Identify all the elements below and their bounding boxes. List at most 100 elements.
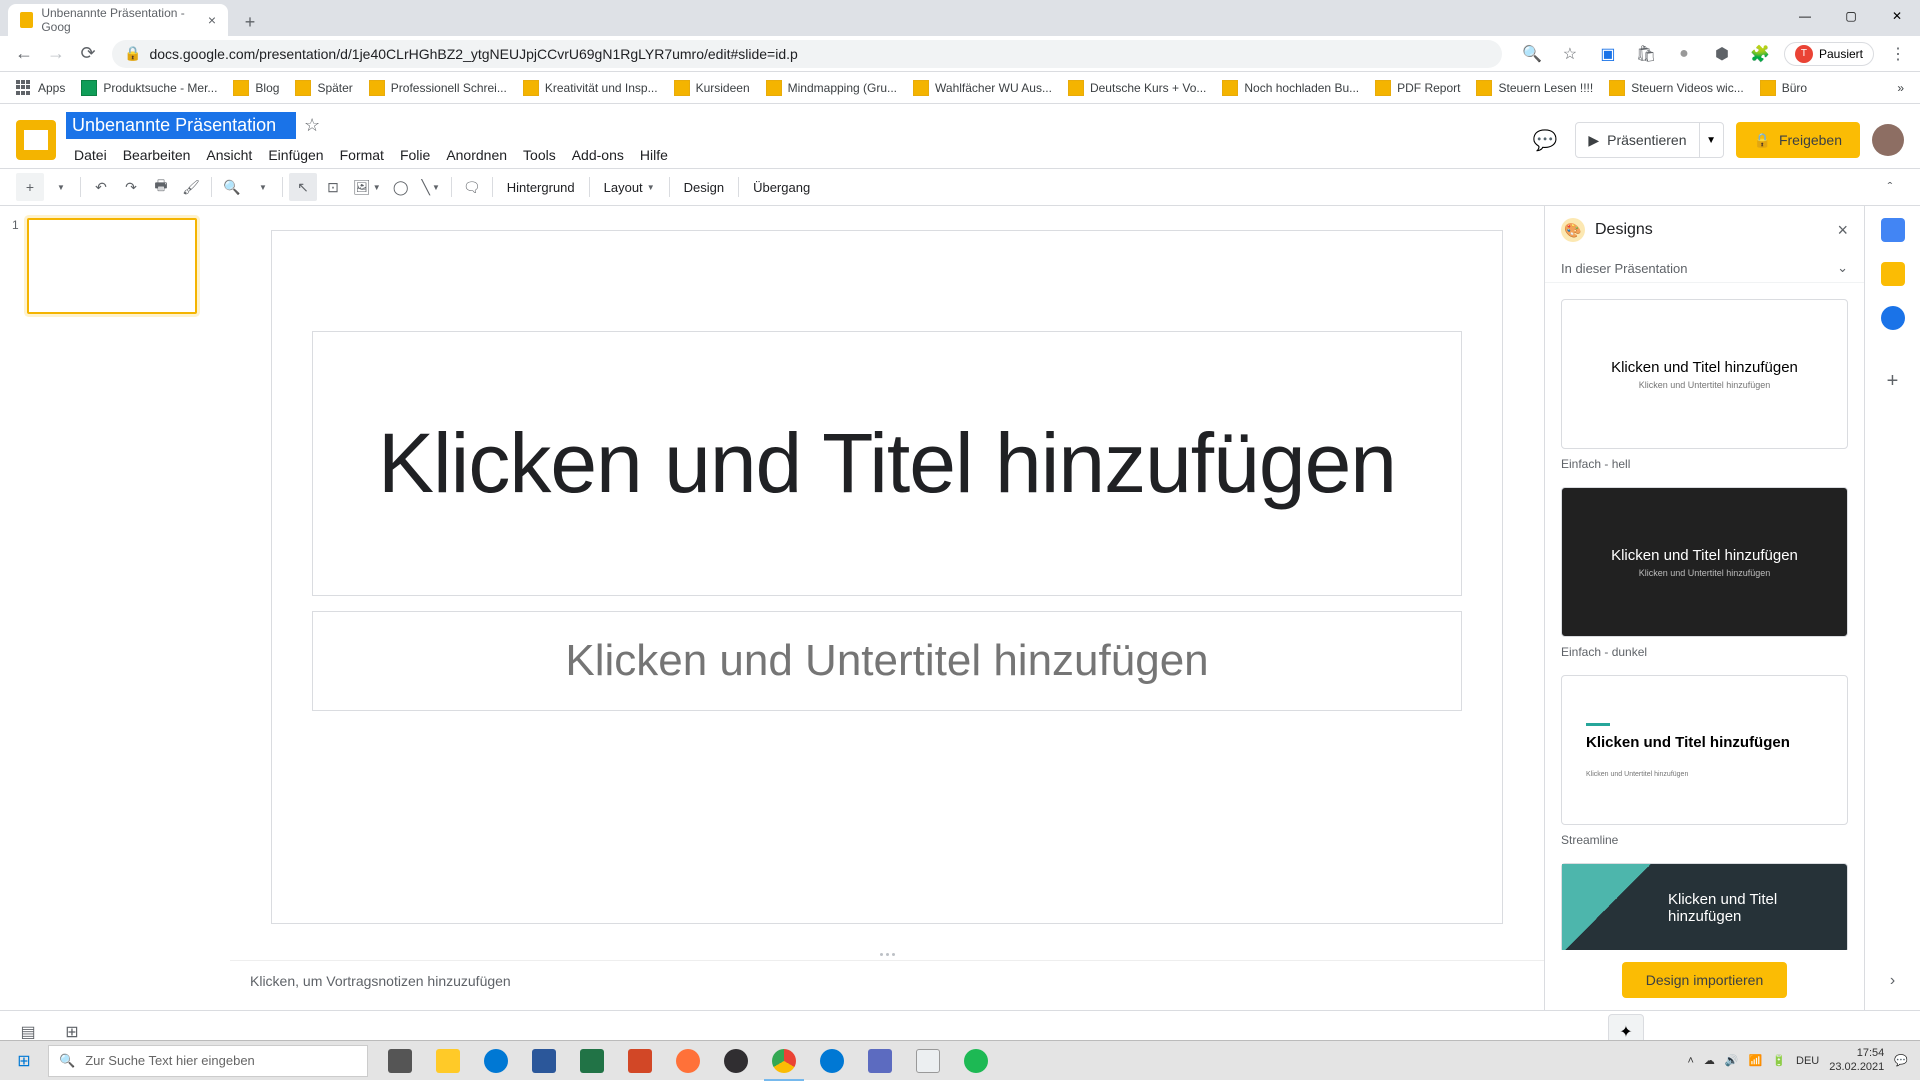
image-tool[interactable]: 🖼▼ <box>349 173 385 201</box>
close-panel-icon[interactable]: × <box>1837 220 1848 241</box>
edge-new-icon[interactable] <box>808 1041 856 1081</box>
bookmark-item[interactable]: Steuern Lesen !!!! <box>1468 76 1601 100</box>
theme-card-light[interactable]: Klicken und Titel hinzufügen Klicken und… <box>1561 299 1848 449</box>
expand-side-icon[interactable]: › <box>1890 972 1895 990</box>
add-addon-icon[interactable]: + <box>1887 370 1899 393</box>
bookmark-item[interactable]: Kreativität und Insp... <box>515 76 666 100</box>
minimize-button[interactable]: — <box>1782 0 1828 32</box>
tray-cloud-icon[interactable]: ☁ <box>1704 1054 1715 1067</box>
menu-bearbeiten[interactable]: Bearbeiten <box>115 143 199 167</box>
menu-anordnen[interactable]: Anordnen <box>438 143 515 167</box>
start-button[interactable]: ⊞ <box>0 1041 48 1081</box>
browser-menu-icon[interactable]: ⋮ <box>1884 40 1912 68</box>
theme-card-streamline[interactable]: Klicken und Titel hinzufügen Klicken und… <box>1561 675 1848 825</box>
file-explorer-icon[interactable] <box>424 1041 472 1081</box>
close-window-button[interactable]: ✕ <box>1874 0 1920 32</box>
keep-icon[interactable] <box>1881 262 1905 286</box>
comment-tool[interactable]: 🗨 <box>458 173 486 201</box>
user-avatar[interactable] <box>1872 124 1904 156</box>
extension-icon-2[interactable]: 🛍 <box>1632 40 1660 68</box>
bookmark-item[interactable]: Wahlfächer WU Aus... <box>905 76 1060 100</box>
calendar-icon[interactable] <box>1881 218 1905 242</box>
profile-paused-badge[interactable]: T Pausiert <box>1784 42 1874 66</box>
tray-battery-icon[interactable]: 🔋 <box>1772 1054 1786 1067</box>
spotify-icon[interactable] <box>952 1041 1000 1081</box>
tray-volume-icon[interactable]: 🔊 <box>1725 1054 1739 1067</box>
redo-button[interactable]: ↷ <box>117 173 145 201</box>
transition-button[interactable]: Übergang <box>745 173 818 201</box>
task-view-icon[interactable] <box>376 1041 424 1081</box>
theme-card-dark[interactable]: Klicken und Titel hinzufügen Klicken und… <box>1561 487 1848 637</box>
bookmark-item[interactable]: Mindmapping (Gru... <box>758 76 905 100</box>
layout-button[interactable]: Layout▼ <box>596 173 663 201</box>
url-input[interactable]: 🔒 docs.google.com/presentation/d/1je40CL… <box>112 40 1502 68</box>
tray-lang[interactable]: DEU <box>1796 1055 1819 1067</box>
paint-format-button[interactable]: 🖌 <box>177 173 205 201</box>
bookmark-item[interactable]: Büro <box>1752 76 1815 100</box>
extension-icon[interactable]: ▣ <box>1594 40 1622 68</box>
chrome-icon[interactable] <box>760 1041 808 1081</box>
textbox-tool[interactable]: ⊡ <box>319 173 347 201</box>
excel-icon[interactable] <box>568 1041 616 1081</box>
bookmark-item[interactable]: Blog <box>225 76 287 100</box>
new-slide-button[interactable]: + <box>16 173 44 201</box>
obs-icon[interactable] <box>712 1041 760 1081</box>
powerpoint-icon[interactable] <box>616 1041 664 1081</box>
background-button[interactable]: Hintergrund <box>499 173 583 201</box>
title-placeholder[interactable]: Klicken und Titel hinzufügen <box>312 331 1462 596</box>
speaker-notes[interactable]: Klicken, um Vortragsnotizen hinzuzufügen <box>230 960 1544 1010</box>
star-bookmark-icon[interactable]: ☆ <box>1556 40 1584 68</box>
menu-format[interactable]: Format <box>332 143 392 167</box>
back-button[interactable]: ← <box>8 38 40 70</box>
design-button[interactable]: Design <box>676 173 732 201</box>
bookmark-item[interactable]: Später <box>287 76 360 100</box>
word-icon[interactable] <box>520 1041 568 1081</box>
bookmark-apps[interactable]: Apps <box>8 76 73 100</box>
app-icon[interactable] <box>856 1041 904 1081</box>
firefox-icon[interactable] <box>664 1041 712 1081</box>
menu-einfuegen[interactable]: Einfügen <box>260 143 331 167</box>
maximize-button[interactable]: ▢ <box>1828 0 1874 32</box>
bookmark-item[interactable]: Produktsuche - Mer... <box>73 76 225 100</box>
tray-wifi-icon[interactable]: 📶 <box>1749 1054 1763 1067</box>
slides-logo-icon[interactable] <box>16 120 56 160</box>
share-button[interactable]: 🔒 Freigeben <box>1736 122 1860 158</box>
document-title-input[interactable] <box>66 112 296 139</box>
reload-button[interactable]: ⟳ <box>72 38 104 70</box>
notepad-icon[interactable] <box>904 1041 952 1081</box>
edge-icon[interactable] <box>472 1041 520 1081</box>
subtitle-placeholder[interactable]: Klicken und Untertitel hinzufügen <box>312 611 1462 711</box>
bookmark-item[interactable]: Kursideen <box>666 76 758 100</box>
forward-button[interactable]: → <box>40 38 72 70</box>
undo-button[interactable]: ↶ <box>87 173 115 201</box>
tasks-icon[interactable] <box>1881 306 1905 330</box>
bookmark-item[interactable]: Deutsche Kurs + Vo... <box>1060 76 1214 100</box>
import-design-button[interactable]: Design importieren <box>1622 962 1788 998</box>
new-slide-dropdown[interactable]: ▼ <box>46 173 74 201</box>
line-tool[interactable]: ╲▼ <box>417 173 445 201</box>
bookmark-item[interactable]: Professionell Schrei... <box>361 76 515 100</box>
bookmark-item[interactable]: PDF Report <box>1367 76 1468 100</box>
extension-icon-3[interactable]: ● <box>1670 40 1698 68</box>
bookmark-item[interactable]: Noch hochladen Bu... <box>1214 76 1367 100</box>
present-dropdown-icon[interactable]: ▼ <box>1699 123 1723 157</box>
menu-tools[interactable]: Tools <box>515 143 564 167</box>
zoom-button[interactable]: 🔍 <box>218 173 246 201</box>
present-button[interactable]: ▶Präsentieren ▼ <box>1575 122 1723 158</box>
menu-folie[interactable]: Folie <box>392 143 438 167</box>
print-button[interactable]: 🖶 <box>147 173 175 201</box>
bookmarks-overflow[interactable]: » <box>1889 77 1912 99</box>
menu-datei[interactable]: Datei <box>66 143 115 167</box>
designs-section-header[interactable]: In dieser Präsentation ⌄ <box>1545 254 1864 283</box>
taskbar-search[interactable]: 🔍 Zur Suche Text hier eingeben <box>48 1045 368 1077</box>
collapse-toolbar-icon[interactable]: ˆ <box>1876 173 1904 201</box>
extensions-menu-icon[interactable]: 🧩 <box>1746 40 1774 68</box>
tray-notifications-icon[interactable]: 💬 <box>1894 1054 1908 1067</box>
comments-icon[interactable]: 💬 <box>1527 122 1563 158</box>
zoom-icon[interactable]: 🔍 <box>1518 40 1546 68</box>
menu-ansicht[interactable]: Ansicht <box>198 143 260 167</box>
bookmark-item[interactable]: Steuern Videos wic... <box>1601 76 1752 100</box>
star-icon[interactable]: ☆ <box>304 115 320 136</box>
menu-addons[interactable]: Add-ons <box>564 143 632 167</box>
browser-tab[interactable]: Unbenannte Präsentation - Goog × <box>8 4 228 36</box>
